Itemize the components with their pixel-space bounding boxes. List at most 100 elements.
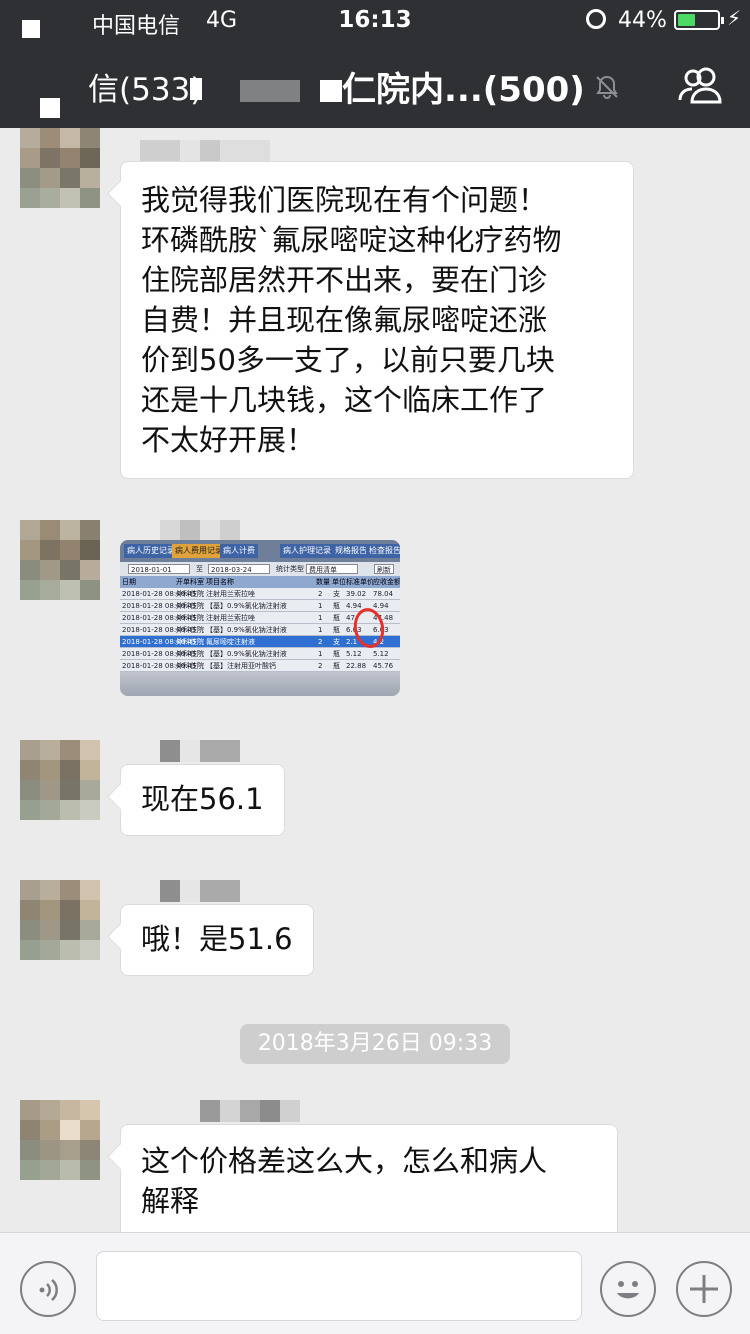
screenshot-tab: 病人计费 — [220, 544, 258, 558]
message-text-line: 还是十几块钱，这个临床工作了 — [141, 383, 548, 417]
screenshot-table-cell: 注射用兰索拉唑 — [206, 614, 255, 622]
screenshot-header-cell: 标准单价 — [346, 578, 374, 586]
message-text-line: 价到50多一支了，以前只要几块 — [141, 343, 555, 377]
message-text-line: 现在56.1 — [141, 782, 264, 816]
screenshot-table-cell: 瓶 — [333, 626, 340, 634]
screenshot-table-cell: 支 — [333, 638, 340, 646]
screenshot-header-cell: 项目名称 — [206, 578, 234, 586]
screenshot-table-cell: 外科住院 — [176, 662, 204, 670]
screenshot-table-cell: 5.12 — [373, 650, 389, 658]
time-divider: 2018年3月26日 09:33 — [240, 1024, 510, 1064]
screenshot-table-cell: 外科住院 — [176, 590, 204, 598]
screenshot-table-cell: 瓶 — [333, 602, 340, 610]
message-text-line: 不太好开展！ — [141, 423, 316, 457]
screenshot-type-label: 统计类型 — [276, 565, 304, 573]
message-text-line: 自费！并且现在像氟尿嘧啶还涨 — [141, 303, 548, 337]
avatar[interactable] — [20, 1100, 100, 1180]
screenshot-refresh-button: 刷新 — [374, 564, 394, 574]
screenshot-table-cell: 78.04 — [373, 590, 394, 598]
screenshot-table-cell: 2.1 — [346, 638, 358, 646]
battery-level-fill — [678, 14, 695, 26]
screenshot-date-from: 2018-01-01 — [128, 564, 190, 574]
screenshot-table-cell: 2 — [318, 638, 323, 646]
screenshot-table-row: 2018-01-28 08:46:45 外科住院 注射用兰索拉唑 2 支 39.02 78.… — [120, 588, 400, 600]
sender-nickname-mosaic — [160, 880, 240, 902]
chat-nav-bar: 信(533) 仁院内...(500) — [0, 20, 750, 128]
screenshot-table-cell: 瓶 — [333, 650, 340, 658]
avatar[interactable] — [20, 740, 100, 820]
message-text-line: 我觉得我们医院现在有个问题！ — [141, 183, 548, 217]
battery-icon — [674, 10, 724, 30]
screenshot-table-row: 2018-01-28 08:46:45 外科住院 【基】注射用亚叶酸钙 2 瓶 22.88… — [120, 660, 400, 672]
screenshot-tab: 规格报告 — [332, 544, 370, 558]
screenshot-table-cell: 瓶 — [333, 662, 340, 670]
screenshot-table-row: 2018-01-28 08:46:45 外科住院 【基】0.9%氯化钠注射液 1 瓶 5.… — [120, 648, 400, 660]
back-button[interactable]: 信(533) — [88, 64, 202, 109]
avatar[interactable] — [20, 128, 100, 208]
privacy-mosaic — [240, 80, 300, 102]
screenshot-table-cell: 外科住院 — [176, 626, 204, 634]
screenshot-tab: 病人护理记录 — [280, 544, 334, 558]
screenshot-table-cell: 5.12 — [346, 650, 362, 658]
emoji-face-icon[interactable] — [600, 1261, 656, 1317]
screenshot-table-cell: 45.76 — [373, 662, 394, 670]
message-bubble[interactable]: 这个价格差这么大，怎么和病人 解释 — [120, 1124, 618, 1232]
plus-icon[interactable] — [676, 1261, 732, 1317]
message-input-field[interactable] — [96, 1251, 582, 1321]
screenshot-table-cell: 【基】0.9%氯化钠注射液 — [206, 626, 287, 634]
image-message[interactable]: 病人历史记录 病人费用记录 病人计费 病人护理记录 规格报告 检查报告 2018… — [120, 540, 400, 696]
screenshot-table-cell: 外科住院 — [176, 602, 204, 610]
privacy-mosaic — [22, 20, 40, 38]
screenshot-table-cell: 外科住院 — [176, 638, 204, 646]
chat-title[interactable]: 仁院内...(500) — [342, 62, 585, 111]
message-text-line: 哦！是51.6 — [141, 922, 293, 956]
screenshot-table-cell: 【基】注射用亚叶酸钙 — [206, 662, 276, 670]
screenshot-table-cell: 外科住院 — [176, 614, 204, 622]
screenshot-table-cell: 支 — [333, 590, 340, 598]
avatar[interactable] — [20, 880, 100, 960]
chat-message-list[interactable]: 我觉得我们医院现在有个问题！ 环磷酰胺`氟尿嘧啶这种化疗药物 住院部居然开不出来… — [0, 128, 750, 1232]
screenshot-header-cell: 单位 — [332, 578, 346, 586]
screenshot-tab: 病人费用记录 — [172, 544, 226, 558]
sender-nickname-mosaic — [140, 140, 270, 162]
screenshot-table-cell: 【基】0.9%氯化钠注射液 — [206, 650, 287, 658]
screenshot-header-cell: 开单科室 — [176, 578, 204, 586]
screenshot-table-cell: 1 — [318, 650, 323, 658]
screenshot-table-cell: 氟尿嘧啶注射液 — [206, 638, 255, 646]
charging-bolt-icon: ⚡ — [727, 6, 742, 30]
screenshot-header-cell: 日期 — [122, 578, 136, 586]
message-input-bar — [0, 1232, 750, 1334]
screenshot-tab-bar: 病人历史记录 病人费用记录 病人计费 病人护理记录 规格报告 检查报告 — [120, 540, 400, 562]
muted-bell-icon — [596, 75, 618, 99]
privacy-mosaic — [190, 78, 202, 100]
screenshot-table-cell: 22.88 — [346, 662, 367, 670]
battery-percent: 44% — [618, 8, 667, 33]
screenshot-filter-bar: 2018-01-01 至 2018-03-24 统计类型 费用清单 刷新 — [120, 562, 400, 576]
message-bubble[interactable]: 哦！是51.6 — [120, 904, 314, 976]
message-bubble[interactable]: 我觉得我们医院现在有个问题！ 环磷酰胺`氟尿嘧啶这种化疗药物 住院部居然开不出来… — [120, 161, 634, 479]
voice-input-icon[interactable] — [20, 1261, 76, 1317]
screenshot-header-cell: 数量 — [316, 578, 330, 586]
screenshot-table-cell: 1 — [318, 626, 323, 634]
message-text-line: 解释 — [141, 1184, 200, 1218]
group-members-icon[interactable] — [678, 66, 726, 104]
avatar[interactable] — [20, 520, 100, 600]
message-text-line: 环磷酰胺`氟尿嘧啶这种化疗药物 — [141, 223, 562, 257]
screenshot-header-cell: 应收金额 — [373, 578, 400, 586]
screenshot-table-cell: 注射用兰索拉唑 — [206, 590, 255, 598]
screenshot-table-cell: 1 — [318, 614, 323, 622]
screenshot-table-cell: 39.02 — [346, 590, 367, 598]
privacy-mosaic — [40, 98, 60, 118]
screenshot-tab: 病人历史记录 — [124, 544, 178, 558]
screenshot-table-cell: 瓶 — [333, 614, 340, 622]
screenshot-table-cell: 1 — [318, 602, 323, 610]
sender-nickname-mosaic — [200, 1100, 300, 1122]
message-text-line: 住院部居然开不出来，要在门诊 — [141, 263, 548, 297]
sender-nickname-mosaic — [160, 520, 240, 542]
privacy-mosaic — [320, 80, 342, 102]
top-bar: 中国电信 4G 16:13 44% ⚡ 信(533) 仁院内...(500) — [0, 0, 750, 128]
screenshot-tab: 检查报告 — [366, 544, 400, 558]
message-bubble[interactable]: 现在56.1 — [120, 764, 285, 836]
sender-nickname-mosaic — [160, 740, 240, 762]
screenshot-type-select: 费用清单 — [306, 564, 358, 574]
